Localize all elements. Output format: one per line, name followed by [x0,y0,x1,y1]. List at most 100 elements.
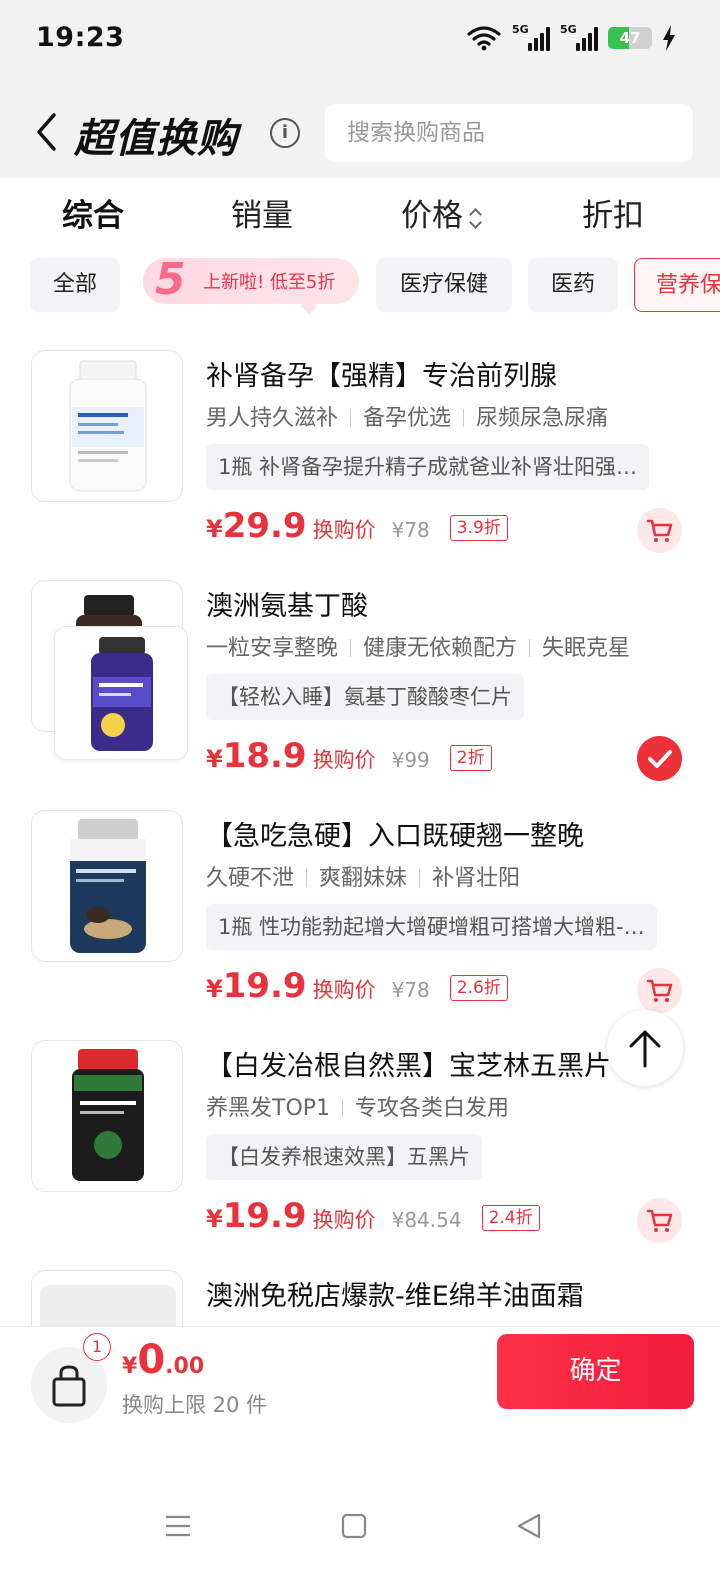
product-name: 【急吃急硬】入口既硬翘一整晚 [206,821,584,852]
product-tag: 专攻各类白发用 [330,1090,509,1122]
cell-signal-1-icon: 5G [512,23,550,51]
product-tag: 爽翻妹妹 [294,860,407,892]
exchange-price: 29.9 [222,506,307,546]
tab-price-label: 价格 [401,198,463,234]
product-tag: 尿频尿急尿痛 [451,400,608,432]
exchange-price: 19.9 [222,966,307,1006]
product-tag: 补肾壮阳 [407,860,520,892]
sort-arrows-icon [469,206,481,230]
add-to-cart-button[interactable] [637,968,682,1013]
page-header: 超值换购 i 搜索换购商品 [0,82,720,178]
exchange-price: 18.9 [222,736,307,776]
product-image[interactable] [31,1270,183,1326]
discount-badge: 3.9折 [449,515,508,541]
info-icon[interactable]: i [270,118,300,148]
price-row: ¥ 19.9 换购价 ¥78 2.6折 [206,966,508,1012]
home-icon[interactable] [340,1512,368,1540]
promo-banner[interactable]: 5 上新啦! 低至5折 [143,256,359,315]
status-bar: 19:23 5G 5G 47 [0,0,720,82]
total-currency: ¥ [122,1354,138,1379]
chip-health[interactable]: 医疗保健 [376,258,512,312]
currency-symbol: ¥ [206,975,223,1003]
product-list: 补肾备孕【强精】专治前列腺 男人持久滋补 备孕优选 尿频尿急尿痛 1瓶 补肾备孕… [0,330,720,1326]
product-description: 1瓶 性功能勃起增大增硬增粗可搭增大增粗-… [206,904,657,950]
add-to-cart-button[interactable] [637,508,682,553]
tab-price[interactable]: 价格 [401,190,481,235]
supplement-bottle-image [69,360,147,492]
cell-signal-2-icon: 5G [560,23,598,51]
supplement-bottle-image [70,819,146,953]
product-description: 【白发养根速效黑】五黑片 [206,1134,482,1180]
product-item[interactable]: 补肾备孕【强精】专治前列腺 男人持久滋补 备孕优选 尿频尿急尿痛 1瓶 补肾备孕… [0,330,720,560]
confirm-button[interactable]: 确定 [497,1334,694,1409]
product-tags: 男人持久滋补 备孕优选 尿频尿急尿痛 [206,400,608,432]
total-price: ¥0.00 [122,1337,204,1383]
chip-medicine[interactable]: 医药 [528,258,618,312]
tab-comprehensive[interactable]: 综合 [62,190,124,235]
back-to-top-button[interactable] [607,1010,683,1086]
tab-discount[interactable]: 折扣 [582,190,644,235]
product-description: 【轻松入睡】氨基丁酸酸枣仁片 [206,674,524,720]
product-item[interactable]: 【急吃急硬】入口既硬翘一整晚 久硬不泄 爽翻妹妹 补肾壮阳 1瓶 性功能勃起增大… [0,790,720,1020]
chip-nutrition[interactable]: 营养保 [634,258,720,312]
supplement-bottle-image [91,637,153,751]
checkout-bar: 1 ¥0.00 换购上限 20 件 确定 [0,1326,720,1486]
product-image[interactable] [31,1040,183,1192]
exchange-price-label: 换购价 [312,518,376,542]
chip-all[interactable]: 全部 [30,258,120,312]
status-time: 19:23 [36,22,125,53]
original-price: ¥84.54 [391,1208,462,1232]
price-row: ¥ 19.9 换购价 ¥84.54 2.4折 [206,1196,540,1242]
product-item[interactable]: 澳洲免税店爆款-维E绵羊油面霜 [0,1250,720,1326]
product-image-fly-animation [54,626,188,760]
exchange-price: 19.9 [222,1196,307,1236]
product-tag: 男人持久滋补 [206,406,339,431]
bag-count-badge: 1 [83,1333,111,1361]
back-nav-icon[interactable] [515,1512,543,1540]
product-tags: 久硬不泄 爽翻妹妹 补肾壮阳 [206,860,520,892]
battery-icon: 47 [608,27,652,49]
product-image[interactable] [31,350,183,502]
product-tags: 养黑发TOP1 专攻各类白发用 [206,1090,509,1122]
product-image[interactable] [31,810,183,962]
back-icon[interactable] [34,112,58,152]
supplement-bottle-image [72,1049,144,1181]
original-price: ¥99 [391,748,430,772]
cart-icon [646,1209,673,1232]
product-name: 澳洲氨基丁酸 [206,591,368,622]
exchange-price-label: 换购价 [312,1208,376,1232]
product-tag: 久硬不泄 [206,866,295,891]
original-price: ¥78 [391,518,430,542]
cart-icon [646,519,673,542]
exchange-price-label: 换购价 [312,748,376,772]
product-description: 1瓶 补肾备孕提升精子成就爸业补肾壮阳强… [206,444,650,490]
discount-badge: 2.4折 [481,1205,540,1231]
wifi-icon [467,26,501,51]
currency-symbol: ¥ [206,1205,223,1233]
price-row: ¥ 18.9 换购价 ¥99 2折 [206,736,492,782]
product-name: 【白发冶根自然黑】宝芝林五黑片 [206,1051,611,1082]
product-name: 补肾备孕【强精】专治前列腺 [206,361,557,392]
search-input[interactable]: 搜索换购商品 [325,104,693,162]
currency-symbol: ¥ [206,745,223,773]
system-nav-bar [0,1486,720,1584]
cream-jar-image [40,1285,176,1326]
total-integer: 0 [137,1337,166,1383]
discount-badge: 2折 [449,745,492,771]
product-tags: 一粒安享整晚 健康无依赖配方 失眠克星 [206,630,630,662]
total-decimal: .00 [165,1354,205,1379]
add-to-cart-button[interactable] [637,1198,682,1243]
category-chips: 全部 5 上新啦! 低至5折 医疗保健 医药 营养保 [0,256,720,316]
original-price: ¥78 [391,978,430,1002]
product-name: 澳洲免税店爆款-维E绵羊油面霜 [206,1281,584,1312]
promo-text: 上新啦! 低至5折 [203,272,336,293]
sort-tabs: 综合 销量 价格 折扣 [0,178,720,244]
exchange-limit: 换购上限 20 件 [122,1393,268,1417]
tab-sales[interactable]: 销量 [231,190,293,235]
checkmark-icon [648,750,672,768]
discount-badge: 2.6折 [449,975,508,1001]
selected-check-button[interactable] [637,736,682,781]
page-title: 超值换购 [74,116,238,162]
menu-icon[interactable] [164,1512,192,1540]
product-tag: 一粒安享整晚 [206,636,339,661]
